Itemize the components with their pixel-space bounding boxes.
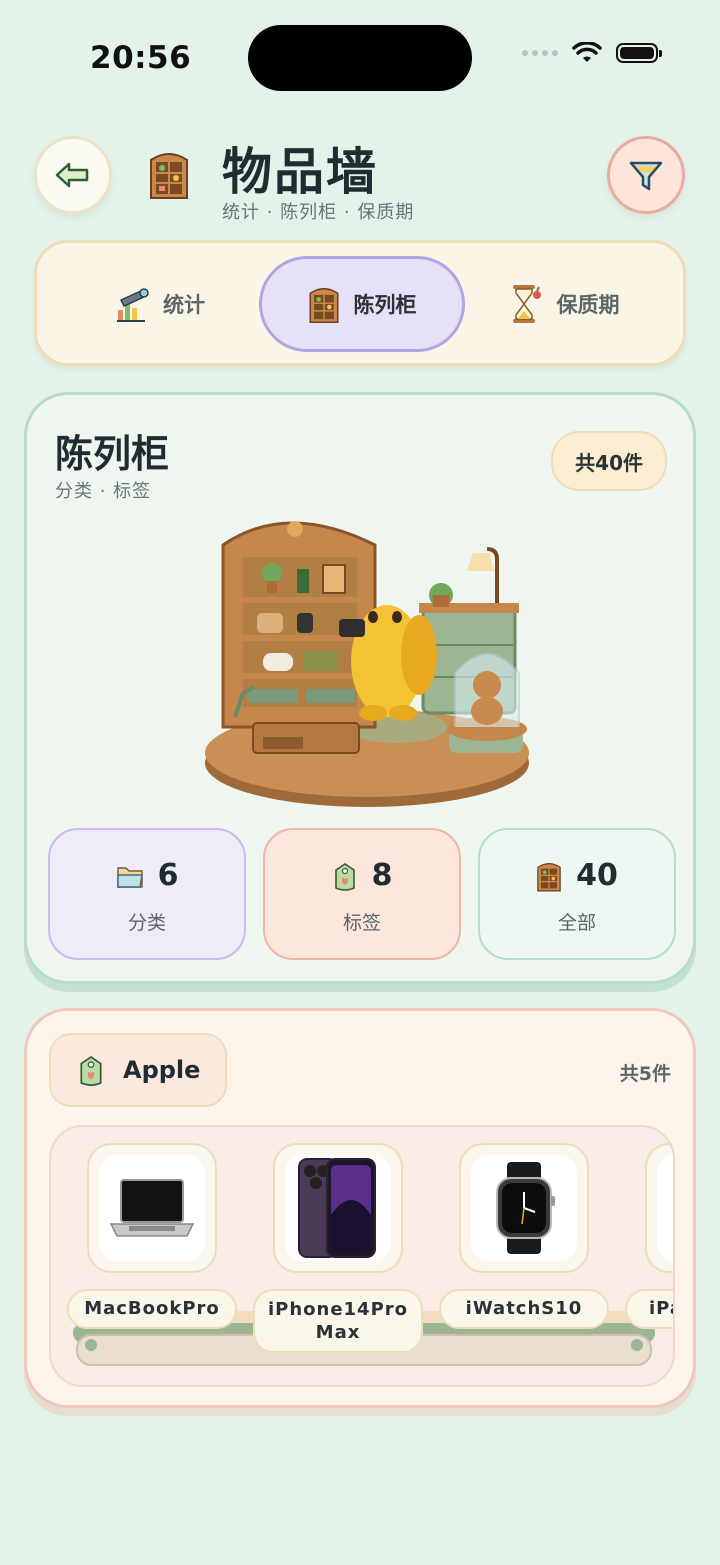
page-subtitle: 统计 · 陈列柜 · 保质期 (222, 202, 415, 223)
item-shelf[interactable]: MacBookPro iPhone14Pro Max iWatchS10 iPa (49, 1125, 675, 1387)
group-item-count: 共5件 (619, 1063, 671, 1085)
telescope-chart-icon (117, 288, 149, 322)
tag-chip-apple[interactable]: Apple (49, 1033, 227, 1107)
cabinet-icon (150, 153, 188, 199)
total-count-badge: 共40件 (551, 431, 667, 491)
tab-shelf-life-label: 保质期 (556, 293, 620, 317)
watch-image (496, 1162, 555, 1254)
tab-stats-label: 统计 (163, 293, 205, 317)
dynamic-island (248, 25, 472, 91)
showcase-card: 陈列柜 分类 · 标签 共40件 6 分类 8 标签 40 全部 (24, 392, 696, 984)
status-time: 20:56 (90, 40, 192, 76)
item-label-iwatchs10: iWatchS10 (439, 1289, 609, 1329)
tab-shelf-life[interactable]: 保质期 (461, 256, 667, 352)
tag-icon (334, 862, 355, 891)
folder-icon (116, 866, 143, 888)
stat-categories-value: 6 (157, 858, 179, 893)
segment-tab-bar: 统计 陈列柜 保质期 (34, 240, 686, 366)
item-card-partial[interactable] (645, 1143, 673, 1273)
stat-tags[interactable]: 8 标签 (263, 828, 461, 960)
stat-categories-label: 分类 (127, 912, 166, 934)
item-label-macbookpro: MacBookPro (67, 1289, 237, 1329)
item-card-iwatchs10[interactable] (459, 1143, 589, 1273)
tab-cabinet-label: 陈列柜 (353, 293, 417, 317)
tag-group-card: Apple 共5件 MacBookPro iPhone14Pro Max iWa… (24, 1008, 696, 1408)
item-label-partial: iPa (625, 1289, 673, 1329)
stat-all-label: 全部 (557, 912, 596, 934)
cabinet-icon (309, 288, 338, 324)
hourglass-icon (512, 285, 541, 323)
stat-categories[interactable]: 6 分类 (48, 828, 246, 960)
cabinet-diorama-illustration (205, 521, 529, 807)
showcase-title: 陈列柜 (55, 432, 170, 476)
item-label-iphone14promax: iPhone14Pro Max (253, 1289, 423, 1353)
stat-tags-label: 标签 (342, 912, 381, 934)
tag-chip-label: Apple (123, 1056, 201, 1084)
item-card-macbookpro[interactable] (87, 1143, 217, 1273)
stat-all[interactable]: 40 全部 (478, 828, 676, 960)
arrow-left-icon (55, 162, 89, 188)
stat-all-value: 40 (576, 858, 618, 893)
laptop-image (109, 1179, 195, 1237)
tab-cabinet[interactable]: 陈列柜 (259, 256, 465, 352)
item-card-iphone14promax[interactable] (273, 1143, 403, 1273)
page-title: 物品墙 (222, 143, 378, 201)
tab-stats[interactable]: 统计 (57, 256, 263, 352)
battery-icon (616, 43, 662, 63)
phone-image (298, 1158, 376, 1258)
stat-tags-value: 8 (371, 858, 393, 893)
status-icons (522, 42, 662, 64)
wifi-icon (572, 42, 602, 62)
back-button[interactable] (34, 136, 112, 214)
signal-dots-icon (522, 50, 558, 56)
showcase-subtitle: 分类 · 标签 (55, 481, 152, 502)
filter-funnel-icon (629, 161, 663, 191)
tag-icon (80, 1056, 102, 1086)
cabinet-icon (537, 862, 561, 891)
filter-button[interactable] (607, 136, 685, 214)
